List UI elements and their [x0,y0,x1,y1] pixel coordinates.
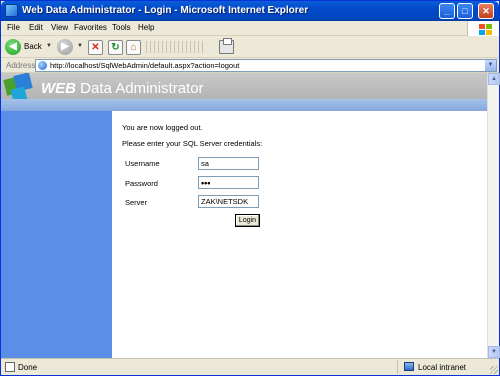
password-label: Password [125,179,158,188]
username-field[interactable]: sa [198,157,259,170]
status-bar: Done Local intranet [1,358,499,375]
left-panel [1,111,112,358]
print-icon[interactable] [219,38,234,54]
window-title: Web Data Administrator - Login - Microso… [22,5,309,16]
server-label: Server [125,198,148,207]
menu-file[interactable]: File [7,23,20,32]
resize-grip[interactable] [490,366,498,374]
back-label[interactable]: Back [24,42,42,51]
status-text: Done [18,363,38,372]
refresh-icon[interactable]: ↻ [108,40,123,55]
address-url[interactable]: http://localhost/SqlWebAdmin/default.asp… [50,61,239,70]
logout-message: You are now logged out. [122,123,203,132]
intranet-icon [404,362,414,371]
app-title: WEB Data Administrator [41,80,204,97]
back-arrow-icon[interactable]: ◀ [5,39,21,55]
home-icon[interactable]: ⌂ [126,40,141,55]
zone-text: Local intranet [418,363,467,372]
page-content: WEB Data Administrator You are now logge… [1,73,487,358]
minimize-button[interactable]: _ [439,3,455,19]
app-banner: WEB Data Administrator [1,73,487,111]
server-field[interactable]: ZAK\NETSDK [198,195,259,208]
instructions-text: Please enter your SQL Server credentials… [122,139,263,148]
address-input[interactable]: http://localhost/SqlWebAdmin/default.asp… [35,59,497,72]
page-status-icon [5,362,15,372]
close-button[interactable]: ✕ [478,3,494,19]
menu-favorites[interactable]: Favorites [74,23,107,32]
ie-logo-icon [5,4,18,17]
security-zone[interactable]: Local intranet [397,360,495,374]
address-dropdown-icon[interactable]: ▼ [485,60,496,71]
menu-view[interactable]: View [51,23,68,32]
address-label: Address [6,61,36,70]
maximize-button[interactable]: □ [457,3,473,19]
login-button[interactable]: Login [235,214,260,227]
menu-bar: File Edit View Favorites Tools Help [1,21,499,36]
app-title-rest: Data Administrator [76,80,204,97]
page-icon [38,61,47,70]
menu-tools[interactable]: Tools [112,23,131,32]
username-label: Username [125,159,160,168]
forward-dropdown-icon[interactable]: ▼ [77,43,83,49]
windows-logo-icon [467,21,499,36]
scroll-down-icon[interactable]: ▼ [488,346,500,358]
password-field[interactable]: ••• [198,176,259,189]
stop-icon[interactable]: ✕ [88,40,103,55]
title-bar[interactable]: Web Data Administrator - Login - Microso… [1,1,499,21]
banner-strip [1,99,487,111]
forward-arrow-icon[interactable]: ▶ [57,39,73,55]
app-title-bold: WEB [41,80,76,97]
back-dropdown-icon[interactable]: ▼ [46,43,52,49]
vertical-scrollbar[interactable]: ▲ ▼ [487,73,500,358]
menu-help[interactable]: Help [138,23,154,32]
browser-window: Web Data Administrator - Login - Microso… [0,0,500,376]
menu-edit[interactable]: Edit [29,23,43,32]
scroll-up-icon[interactable]: ▲ [488,73,500,85]
address-bar: Address http://localhost/SqlWebAdmin/def… [1,58,499,73]
toolbar: ◀ Back ▼ ▶ ▼ ✕ ↻ ⌂ [1,36,499,58]
toolbar-separator [146,41,206,53]
